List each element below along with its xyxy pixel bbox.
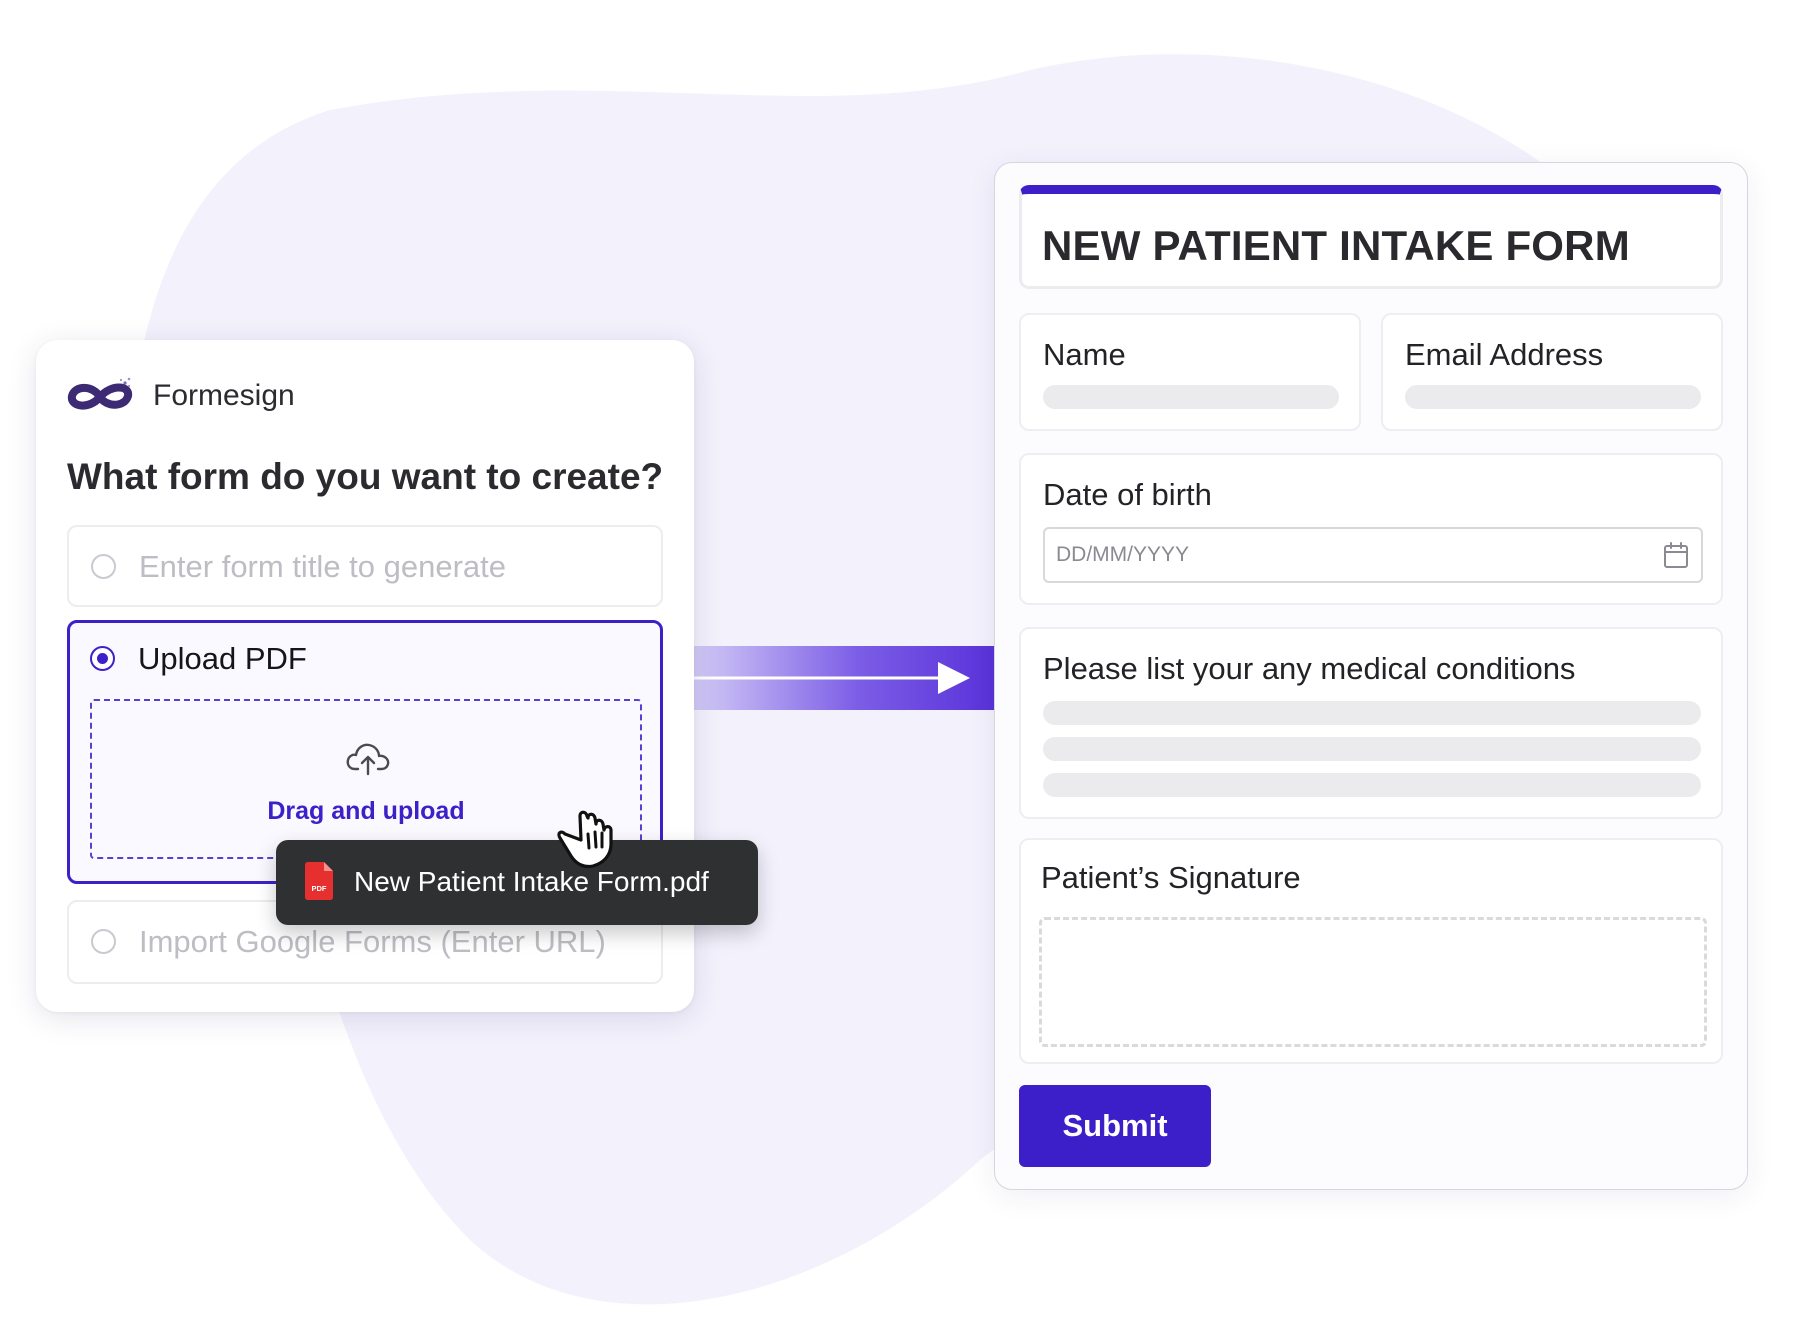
medical-conditions-label: Please list your any medical conditions bbox=[1043, 651, 1576, 686]
arrow-right-icon bbox=[694, 662, 970, 694]
dob-label: Date of birth bbox=[1043, 477, 1212, 512]
form-header: NEW PATIENT INTAKE FORM bbox=[1019, 185, 1723, 289]
svg-text:PDF: PDF bbox=[312, 884, 327, 893]
medical-conditions-input-line[interactable] bbox=[1043, 701, 1701, 725]
signature-field: Patient’s Signature bbox=[1019, 838, 1723, 1064]
form-title: NEW PATIENT INTAKE FORM bbox=[1042, 222, 1630, 269]
name-label: Name bbox=[1043, 337, 1126, 372]
dob-field: Date of birth DD/MM/YYYY bbox=[1019, 453, 1723, 605]
dob-input[interactable]: DD/MM/YYYY bbox=[1043, 527, 1703, 583]
option-label: Upload PDF bbox=[138, 641, 307, 676]
file-name: New Patient Intake Form.pdf bbox=[354, 866, 709, 897]
email-label: Email Address bbox=[1405, 337, 1604, 372]
medical-conditions-input-line[interactable] bbox=[1043, 737, 1701, 761]
dob-placeholder: DD/MM/YYYY bbox=[1056, 543, 1190, 566]
dragged-file-chip[interactable]: PDF New Patient Intake Form.pdf bbox=[276, 840, 758, 925]
radio-button-unselected[interactable] bbox=[91, 929, 116, 954]
generated-form-card: NEW PATIENT INTAKE FORM Name Email Addre… bbox=[994, 162, 1748, 1190]
calendar-icon[interactable] bbox=[1663, 541, 1689, 569]
form-type-question: What form do you want to create? bbox=[67, 456, 664, 497]
brand-name: Formesign bbox=[153, 379, 295, 412]
signature-pad[interactable] bbox=[1039, 917, 1707, 1047]
email-input[interactable] bbox=[1405, 385, 1701, 409]
pdf-file-icon: PDF bbox=[305, 862, 333, 900]
cloud-upload-icon bbox=[346, 743, 390, 776]
name-field: Name bbox=[1019, 313, 1361, 431]
radio-button-unselected[interactable] bbox=[91, 554, 116, 579]
grab-hand-cursor-icon bbox=[557, 810, 613, 869]
formesign-logo bbox=[67, 377, 133, 410]
email-field: Email Address bbox=[1381, 313, 1723, 431]
name-input[interactable] bbox=[1043, 385, 1339, 409]
option-label: Import Google Forms (Enter URL) bbox=[139, 924, 606, 959]
conversion-arrow bbox=[694, 646, 994, 710]
option-enter-title[interactable]: Enter form title to generate bbox=[67, 525, 663, 607]
submit-button[interactable]: Submit bbox=[1019, 1085, 1211, 1167]
medical-conditions-field: Please list your any medical conditions bbox=[1019, 627, 1723, 819]
signature-label: Patient’s Signature bbox=[1041, 860, 1301, 895]
option-label: Enter form title to generate bbox=[139, 549, 507, 584]
medical-conditions-input-line[interactable] bbox=[1043, 773, 1701, 797]
brand: Formesign bbox=[67, 376, 295, 416]
radio-button-selected[interactable] bbox=[90, 646, 115, 671]
